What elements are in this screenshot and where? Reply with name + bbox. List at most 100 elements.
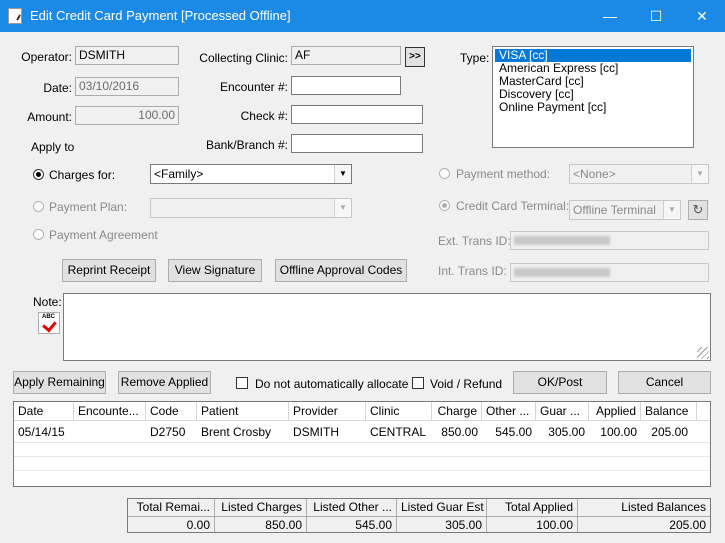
refresh-icon[interactable]: ↻	[688, 200, 708, 220]
listed-guar-est-header: Listed Guar Est	[397, 499, 487, 516]
title-bar: Edit Credit Card Payment [Processed Offl…	[0, 0, 725, 32]
payment-plan-label: Payment Plan:	[49, 200, 128, 214]
charges-for-label: Charges for:	[49, 168, 116, 182]
chevron-down-icon: ▼	[334, 165, 351, 183]
payment-plan-select[interactable]: ▼	[150, 198, 352, 218]
payment-method-label: Payment method:	[456, 167, 551, 181]
cell-code: D2750	[150, 425, 186, 439]
encounter-label: Encounter #:	[219, 80, 288, 94]
chevron-down-icon: ▼	[691, 165, 708, 183]
clinic-lookup-button[interactable]: >>	[405, 47, 425, 67]
column-header-guar[interactable]: Guar ...	[536, 402, 589, 421]
column-header-other[interactable]: Other ...	[482, 402, 536, 421]
int-trans-id-field	[510, 263, 709, 282]
void-refund-label: Void / Refund	[430, 377, 503, 391]
window-title: Edit Credit Card Payment [Processed Offl…	[30, 8, 291, 23]
row-divider	[14, 456, 710, 457]
spell-check-icon[interactable]: ABC	[38, 312, 60, 334]
payment-agreement-label: Payment Agreement	[49, 228, 158, 242]
date-field: 03/10/2016	[75, 77, 179, 96]
note-label: Note:	[33, 295, 62, 309]
credit-card-terminal-label: Credit Card Terminal:	[456, 199, 570, 213]
payment-method-select[interactable]: <None> ▼	[569, 164, 709, 184]
resize-grip-icon[interactable]	[697, 347, 709, 359]
cell-other: 545.00	[495, 425, 532, 439]
operator-label: Operator:	[21, 50, 72, 64]
listed-charges-value: 850.00	[215, 516, 307, 532]
operator-field: DSMITH	[75, 46, 179, 65]
column-header-patient[interactable]: Patient	[197, 402, 289, 421]
table-header: Date Encounte... Code Patient Provider C…	[14, 402, 710, 421]
int-trans-id-label: Int. Trans ID:	[438, 264, 507, 278]
do-not-allocate-checkbox[interactable]	[236, 377, 248, 389]
payment-agreement-radio[interactable]	[33, 229, 44, 240]
total-applied-header: Total Applied	[487, 499, 578, 516]
listed-other-value: 545.00	[307, 516, 397, 532]
charges-for-radio[interactable]	[33, 169, 44, 180]
total-remaining-value: 0.00	[128, 516, 215, 532]
collecting-clinic-label: Collecting Clinic:	[199, 51, 288, 65]
cell-applied: 100.00	[600, 425, 637, 439]
charges-for-value: <Family>	[154, 167, 204, 181]
note-textarea[interactable]	[63, 293, 711, 361]
apply-remaining-button[interactable]: Apply Remaining	[13, 371, 106, 394]
cell-provider: DSMITH	[293, 425, 339, 439]
payment-method-value: <None>	[573, 167, 616, 181]
column-header-code[interactable]: Code	[146, 402, 197, 421]
amount-label: Amount:	[27, 110, 72, 124]
listed-balances-header: Listed Balances	[621, 500, 706, 514]
view-signature-button[interactable]: View Signature	[168, 259, 262, 282]
listed-other-header: Listed Other ...	[307, 499, 397, 516]
bank-branch-label: Bank/Branch #:	[205, 138, 288, 152]
column-header-charge[interactable]: Charge	[432, 402, 482, 421]
column-header-clinic[interactable]: Clinic	[366, 402, 432, 421]
payment-plan-radio[interactable]	[33, 201, 44, 212]
check-input[interactable]	[291, 105, 423, 124]
ext-trans-id-label: Ext. Trans ID:	[438, 234, 511, 248]
date-label: Date:	[43, 81, 72, 95]
reprint-receipt-button[interactable]: Reprint Receipt	[62, 259, 156, 282]
charges-for-select[interactable]: <Family> ▼	[150, 164, 352, 184]
chevron-down-icon: ▼	[663, 201, 680, 219]
cancel-button[interactable]: Cancel	[618, 371, 711, 394]
cell-guar: 305.00	[548, 425, 585, 439]
column-header-provider[interactable]: Provider	[289, 402, 366, 421]
payment-method-radio[interactable]	[439, 168, 450, 179]
type-listbox[interactable]: VISA [cc] American Express [cc] MasterCa…	[492, 46, 694, 148]
column-header-encounter[interactable]: Encounte...	[74, 402, 146, 421]
total-applied-value: 100.00	[487, 516, 578, 532]
charges-table[interactable]: Date Encounte... Code Patient Provider C…	[13, 401, 711, 487]
offline-approval-codes-button[interactable]: Offline Approval Codes	[275, 259, 407, 282]
listed-charges-header: Listed Charges	[215, 499, 307, 516]
remove-applied-button[interactable]: Remove Applied	[118, 371, 211, 394]
collecting-clinic-field: AF	[291, 46, 401, 65]
close-button[interactable]: ✕	[679, 0, 725, 32]
credit-card-terminal-radio[interactable]	[439, 200, 450, 211]
column-header-date[interactable]: Date	[14, 402, 74, 421]
bank-branch-input[interactable]	[291, 134, 423, 153]
ok-post-button[interactable]: OK/Post	[513, 371, 607, 394]
row-divider	[14, 442, 710, 443]
type-label: Type:	[460, 51, 490, 65]
cell-charge: 850.00	[441, 425, 478, 439]
void-refund-checkbox[interactable]	[412, 377, 424, 389]
cell-balance: 205.00	[651, 425, 688, 439]
encounter-input[interactable]	[291, 76, 401, 95]
credit-card-terminal-select[interactable]: Offline Terminal ▼	[569, 200, 681, 220]
column-header-balance[interactable]: Balance	[641, 402, 697, 421]
column-header-applied[interactable]: Applied	[589, 402, 641, 421]
apply-to-label: Apply to	[31, 140, 75, 154]
maximize-button[interactable]: ☐	[633, 0, 679, 32]
cell-encounter	[74, 422, 146, 442]
totals-panel: Total Remai... Listed Charges Listed Oth…	[127, 498, 711, 533]
total-remaining-header: Total Remai...	[128, 499, 215, 516]
type-option[interactable]: Online Payment [cc]	[493, 101, 693, 114]
listed-balances-value: 205.00	[578, 516, 710, 532]
app-icon	[8, 8, 22, 24]
amount-field: 100.00	[75, 106, 179, 125]
listed-guar-est-value: 305.00	[397, 516, 487, 532]
cell-clinic: CENTRAL	[370, 425, 427, 439]
do-not-allocate-label: Do not automatically allocate	[255, 377, 409, 391]
ext-trans-id-field	[510, 231, 709, 250]
minimize-button[interactable]: —	[587, 0, 633, 32]
